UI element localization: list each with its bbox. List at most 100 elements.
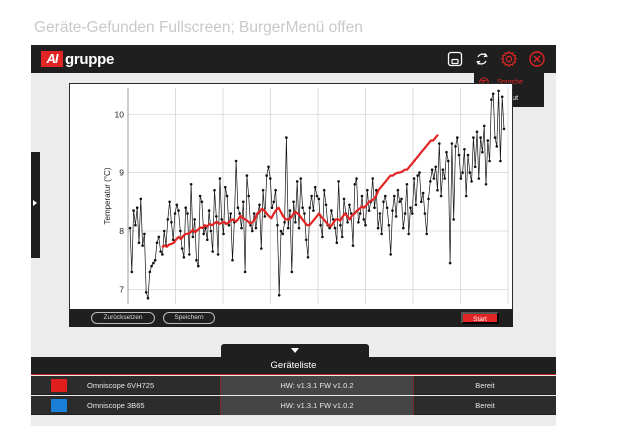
data-point (402, 226, 405, 230)
data-point (366, 188, 369, 192)
data-point (491, 92, 495, 96)
data-point (353, 183, 357, 186)
close-icon[interactable] (528, 50, 546, 68)
chart-panel: 7 8 9 10 Temperatur (°C) (69, 83, 513, 327)
data-point (423, 212, 427, 215)
device-color-swatch[interactable] (51, 379, 67, 392)
data-point (418, 171, 421, 174)
side-panel-toggle[interactable] (31, 152, 40, 258)
data-point (297, 226, 301, 230)
data-point (299, 177, 303, 180)
reset-button[interactable]: Zurücksetzen (91, 312, 155, 324)
data-point (292, 200, 295, 204)
data-point (461, 171, 464, 174)
data-point (286, 226, 290, 230)
start-button[interactable]: Start (461, 312, 499, 324)
data-point (310, 194, 313, 198)
data-point (479, 136, 482, 139)
y-tick-label: 8 (119, 226, 124, 236)
data-point (281, 232, 285, 236)
data-point (252, 212, 256, 215)
data-point (497, 89, 500, 93)
data-point (459, 177, 463, 180)
device-list-title: Geräteliste (31, 357, 556, 375)
data-point (346, 221, 349, 224)
data-point (135, 206, 139, 209)
gear-icon[interactable] (500, 50, 518, 68)
data-point (189, 183, 193, 186)
data-point (457, 153, 461, 157)
data-point (313, 185, 317, 189)
data-point (339, 223, 342, 227)
data-point (436, 188, 439, 192)
data-point (258, 203, 261, 207)
data-point (150, 264, 153, 268)
data-point (412, 177, 416, 180)
data-point (315, 194, 319, 198)
y-tick-label: 7 (119, 284, 124, 294)
chevron-down-icon (291, 348, 299, 353)
data-point (195, 258, 198, 262)
data-point (335, 241, 339, 244)
data-point (225, 194, 229, 198)
data-point (197, 264, 200, 268)
chart-controls: Zurücksetzen Speichern Start (69, 309, 513, 327)
data-point (301, 206, 304, 209)
device-row[interactable]: Omniscope 3B65 HW: v1.3.1 FW v1.0.2 Bere… (31, 396, 556, 415)
save-icon[interactable] (446, 50, 464, 68)
data-point (477, 177, 481, 180)
data-point (463, 148, 466, 151)
data-point (473, 165, 477, 169)
refresh-icon[interactable] (473, 50, 491, 68)
device-color-swatch[interactable] (51, 399, 67, 412)
data-point (376, 226, 380, 230)
data-point (222, 232, 225, 236)
data-point (348, 203, 351, 207)
data-point (295, 180, 299, 183)
data-point (269, 177, 272, 180)
data-point (177, 209, 180, 212)
raw-series-line (129, 90, 505, 299)
data-point (500, 95, 504, 99)
screen-caption: Geräte-Gefunden Fullscreen; BurgerMenü o… (34, 19, 363, 36)
data-point (493, 136, 497, 139)
data-point (283, 221, 286, 224)
data-point (132, 209, 135, 212)
chevron-right-icon (33, 200, 37, 206)
data-point (411, 212, 414, 215)
data-point (357, 221, 360, 224)
data-point (263, 215, 267, 218)
data-point (146, 296, 150, 300)
logo-text: gruppe (65, 50, 115, 68)
data-point (137, 241, 141, 244)
device-name: Omniscope 3B65 (87, 401, 145, 410)
data-point (155, 241, 159, 244)
device-row[interactable]: Omniscope 6VH725 HW: v1.3.1 FW v1.0.2 Be… (31, 376, 556, 395)
data-point (240, 226, 243, 230)
data-point (398, 200, 402, 204)
data-point (427, 197, 430, 201)
data-point (502, 127, 506, 131)
data-point (288, 209, 292, 212)
data-point (202, 232, 205, 236)
data-point (247, 194, 250, 198)
data-point (304, 238, 308, 242)
data-point (277, 293, 281, 297)
data-point (312, 209, 315, 212)
data-point (215, 215, 218, 218)
data-point (416, 174, 420, 177)
data-point (443, 177, 447, 180)
data-point (245, 174, 249, 177)
data-point (439, 194, 443, 198)
data-point (387, 223, 391, 227)
save-chart-button[interactable]: Speichern (163, 312, 215, 324)
data-point (362, 218, 366, 221)
data-point (445, 150, 448, 154)
data-point (308, 206, 312, 209)
data-point (425, 232, 429, 236)
device-list-toggle[interactable] (221, 344, 369, 358)
data-point (450, 142, 454, 145)
data-point (432, 177, 436, 180)
data-point (407, 232, 411, 236)
data-point (499, 159, 502, 163)
